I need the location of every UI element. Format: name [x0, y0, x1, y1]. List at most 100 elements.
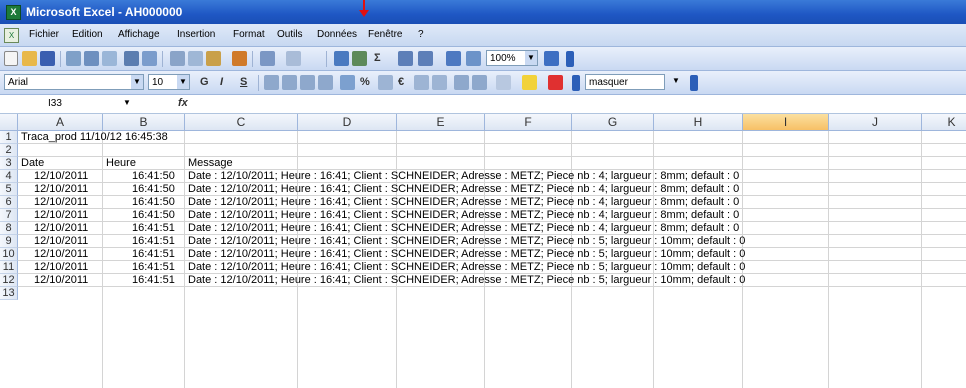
redo-icon[interactable]: [286, 51, 301, 66]
percent-button[interactable]: %: [360, 76, 370, 88]
name-box[interactable]: I33: [18, 96, 118, 111]
column-header-h[interactable]: H: [654, 114, 743, 131]
research-icon[interactable]: [142, 51, 157, 66]
font-size-select[interactable]: 10 ▼: [148, 74, 190, 90]
cell-time[interactable]: 16:41:50: [132, 170, 175, 183]
toolbar-options-icon[interactable]: [566, 51, 574, 67]
drawing-icon[interactable]: [466, 51, 481, 66]
cell-b3[interactable]: Heure: [106, 157, 136, 170]
cell-c3[interactable]: Message: [188, 157, 233, 170]
bold-button[interactable]: G: [200, 76, 209, 88]
cell-date[interactable]: 12/10/2011: [34, 235, 88, 248]
cell-time[interactable]: 16:41:51: [132, 248, 175, 261]
align-center-icon[interactable]: [282, 75, 297, 90]
cell-time[interactable]: 16:41:50: [132, 196, 175, 209]
chart-wizard-icon[interactable]: [446, 51, 461, 66]
increase-indent-icon[interactable]: [472, 75, 487, 90]
menu-donnees[interactable]: Données: [317, 29, 357, 40]
row-header[interactable]: 1: [0, 131, 18, 144]
row-header[interactable]: 9: [0, 235, 18, 248]
cell-date[interactable]: 12/10/2011: [34, 170, 88, 183]
help-icon[interactable]: [544, 51, 559, 66]
row-header[interactable]: 11: [0, 261, 18, 274]
workbook-icon[interactable]: X: [4, 28, 19, 43]
spelling-icon[interactable]: [124, 51, 139, 66]
row-header[interactable]: 2: [0, 144, 18, 157]
decrease-indent-icon[interactable]: [454, 75, 469, 90]
open-folder-icon[interactable]: [22, 51, 37, 66]
cell-time[interactable]: 16:41:50: [132, 209, 175, 222]
column-header-c[interactable]: C: [185, 114, 298, 131]
cell-time[interactable]: 16:41:51: [132, 235, 175, 248]
cell-date[interactable]: 12/10/2011: [34, 222, 88, 235]
row-header[interactable]: 6: [0, 196, 18, 209]
menu-format[interactable]: Format: [233, 29, 265, 40]
row-header[interactable]: 10: [0, 248, 18, 261]
cell-message[interactable]: Date : 12/10/2011; Heure : 16:41; Client…: [188, 183, 739, 196]
column-header-j[interactable]: J: [829, 114, 922, 131]
cell-a1[interactable]: Traca_prod 11/10/12 16:45:38: [21, 131, 168, 144]
sort-ascending-icon[interactable]: [398, 51, 413, 66]
menu-affichage[interactable]: Affichage: [118, 29, 160, 40]
cell-a3[interactable]: Date: [21, 157, 44, 170]
new-document-icon[interactable]: [4, 51, 18, 66]
cut-icon[interactable]: [170, 51, 185, 66]
sort-descending-icon[interactable]: [418, 51, 433, 66]
cell-date[interactable]: 12/10/2011: [34, 274, 88, 287]
menu-help[interactable]: ?: [418, 29, 424, 40]
column-header-i[interactable]: I: [743, 114, 829, 131]
cell-date[interactable]: 12/10/2011: [34, 261, 88, 274]
cell-date[interactable]: 12/10/2011: [34, 248, 88, 261]
row-header[interactable]: 7: [0, 209, 18, 222]
format-painter-icon[interactable]: [232, 51, 247, 66]
menu-fenetre[interactable]: Fenêtre: [368, 29, 402, 40]
align-right-icon[interactable]: [300, 75, 315, 90]
font-color-icon[interactable]: [548, 75, 563, 90]
excel-app-icon[interactable]: X: [6, 5, 21, 20]
thousands-separator-icon[interactable]: [378, 75, 393, 90]
print-icon[interactable]: [84, 51, 99, 66]
decrease-decimal-icon[interactable]: [432, 75, 447, 90]
chevron-down-icon[interactable]: ▼: [131, 75, 143, 89]
cell-message[interactable]: Date : 12/10/2011; Heure : 16:41; Client…: [188, 261, 745, 274]
undo-icon[interactable]: [260, 51, 275, 66]
cell-date[interactable]: 12/10/2011: [34, 196, 88, 209]
save-icon[interactable]: [40, 51, 55, 66]
cell-date[interactable]: 12/10/2011: [34, 209, 88, 222]
menu-fichier[interactable]: Fichier: [29, 29, 59, 40]
insert-function-icon[interactable]: fx: [178, 97, 188, 109]
cell-message[interactable]: Date : 12/10/2011; Heure : 16:41; Client…: [188, 222, 739, 235]
hyperlink-icon[interactable]: [334, 51, 349, 66]
menu-outils[interactable]: Outils: [277, 29, 303, 40]
cell-message[interactable]: Date : 12/10/2011; Heure : 16:41; Client…: [188, 235, 745, 248]
cell-message[interactable]: Date : 12/10/2011; Heure : 16:41; Client…: [188, 170, 739, 183]
row-header[interactable]: 4: [0, 170, 18, 183]
worksheet-grid[interactable]: A B C D E F G H I J K 1 2 3 4 5 6 7 8 9 …: [0, 114, 966, 388]
copy-icon[interactable]: [188, 51, 203, 66]
cell-time[interactable]: 16:41:50: [132, 183, 175, 196]
sigma-icon[interactable]: Σ: [374, 52, 381, 64]
chevron-down-icon[interactable]: ▼: [670, 74, 682, 88]
italic-button[interactable]: I: [220, 76, 223, 88]
euro-button[interactable]: €: [398, 76, 404, 88]
cell-message[interactable]: Date : 12/10/2011; Heure : 16:41; Client…: [188, 248, 745, 261]
toolbar-options-icon[interactable]: [690, 75, 698, 91]
zoom-select[interactable]: 100% ▼: [486, 50, 538, 66]
column-header-e[interactable]: E: [397, 114, 485, 131]
toolbar-options-icon[interactable]: [572, 75, 580, 91]
column-header-f[interactable]: F: [485, 114, 572, 131]
select-all-corner[interactable]: [0, 114, 18, 131]
column-header-d[interactable]: D: [298, 114, 397, 131]
font-name-select[interactable]: Arial ▼: [4, 74, 144, 90]
column-header-k[interactable]: K: [922, 114, 966, 131]
cell-time[interactable]: 16:41:51: [132, 222, 175, 235]
row-header[interactable]: 5: [0, 183, 18, 196]
cell-time[interactable]: 16:41:51: [132, 274, 175, 287]
style-dropdown[interactable]: ▼: [670, 74, 686, 90]
column-header-b[interactable]: B: [103, 114, 185, 131]
autosum-icon[interactable]: [352, 51, 367, 66]
cell-message[interactable]: Date : 12/10/2011; Heure : 16:41; Client…: [188, 209, 739, 222]
menu-edition[interactable]: Edition: [72, 29, 103, 40]
row-header[interactable]: 13: [0, 287, 18, 300]
chevron-down-icon[interactable]: ▼: [525, 51, 537, 65]
